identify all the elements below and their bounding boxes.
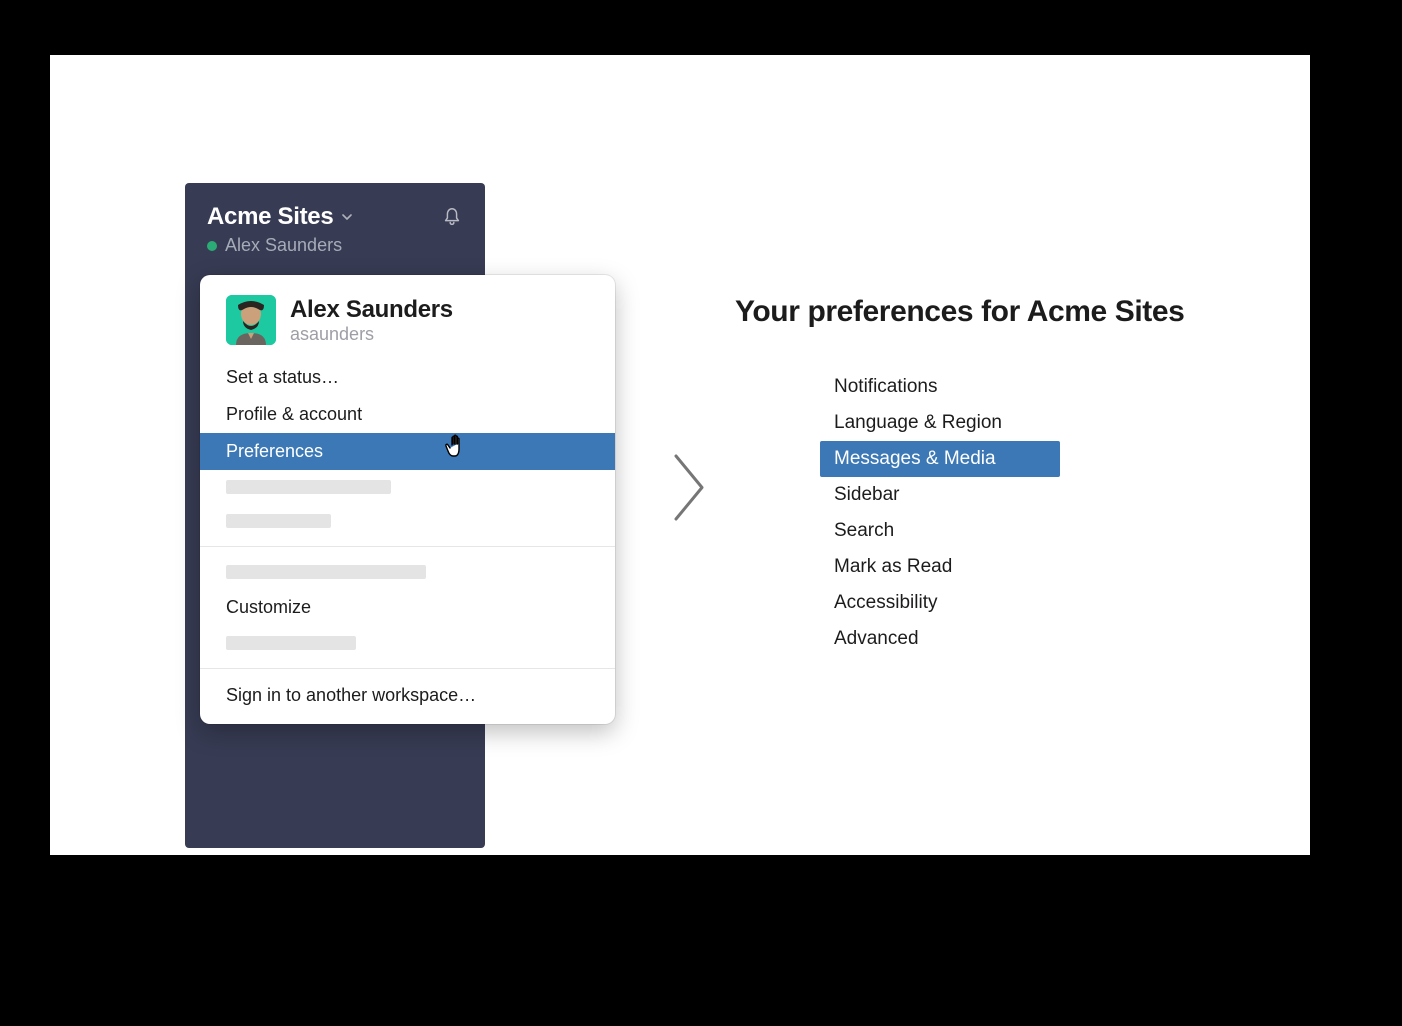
menu-customize[interactable]: Customize: [200, 589, 615, 626]
illustration-canvas: Acme Sites Alex Saunders: [50, 55, 1310, 855]
cursor-hand-icon: [444, 433, 470, 463]
chevron-right-icon: [670, 450, 710, 525]
menu-placeholder: [200, 555, 615, 589]
workspace-name: Acme Sites: [207, 203, 333, 231]
pref-item-search[interactable]: Search: [820, 513, 1060, 549]
preferences-panel: Your preferences for Acme Sites Notifica…: [735, 295, 1235, 657]
menu-divider: [200, 546, 615, 547]
workspace-menu-dropdown: Alex Saunders asaunders Set a status… Pr…: [200, 275, 615, 724]
chevron-down-icon: [341, 211, 353, 223]
pref-item-advanced[interactable]: Advanced: [820, 621, 1060, 657]
pref-item-mark-as-read[interactable]: Mark as Read: [820, 549, 1060, 585]
bell-icon[interactable]: [441, 206, 463, 228]
menu-placeholder: [200, 626, 615, 660]
menu-set-status[interactable]: Set a status…: [200, 359, 615, 396]
current-user-name: Alex Saunders: [225, 235, 342, 256]
pref-item-accessibility[interactable]: Accessibility: [820, 585, 1060, 621]
menu-placeholder: [200, 504, 615, 538]
menu-preferences-label: Preferences: [226, 441, 323, 461]
presence-row: Alex Saunders: [207, 235, 463, 256]
menu-placeholder: [200, 470, 615, 504]
presence-indicator-icon: [207, 241, 217, 251]
profile-full-name: Alex Saunders: [290, 296, 453, 324]
profile-header[interactable]: Alex Saunders asaunders: [200, 275, 615, 359]
menu-profile-account[interactable]: Profile & account: [200, 396, 615, 433]
pref-item-language-region[interactable]: Language & Region: [820, 405, 1060, 441]
pref-item-notifications[interactable]: Notifications: [820, 369, 1060, 405]
preferences-nav-list: Notifications Language & Region Messages…: [820, 369, 1235, 657]
menu-divider: [200, 668, 615, 669]
pref-item-messages-media[interactable]: Messages & Media: [820, 441, 1060, 477]
avatar: [226, 295, 276, 345]
sidebar-header[interactable]: Acme Sites Alex Saunders: [185, 183, 485, 268]
menu-sign-in-another[interactable]: Sign in to another workspace…: [200, 677, 615, 724]
profile-handle: asaunders: [290, 324, 453, 345]
preferences-title: Your preferences for Acme Sites: [735, 295, 1235, 329]
pref-item-sidebar[interactable]: Sidebar: [820, 477, 1060, 513]
menu-preferences[interactable]: Preferences: [200, 433, 615, 470]
